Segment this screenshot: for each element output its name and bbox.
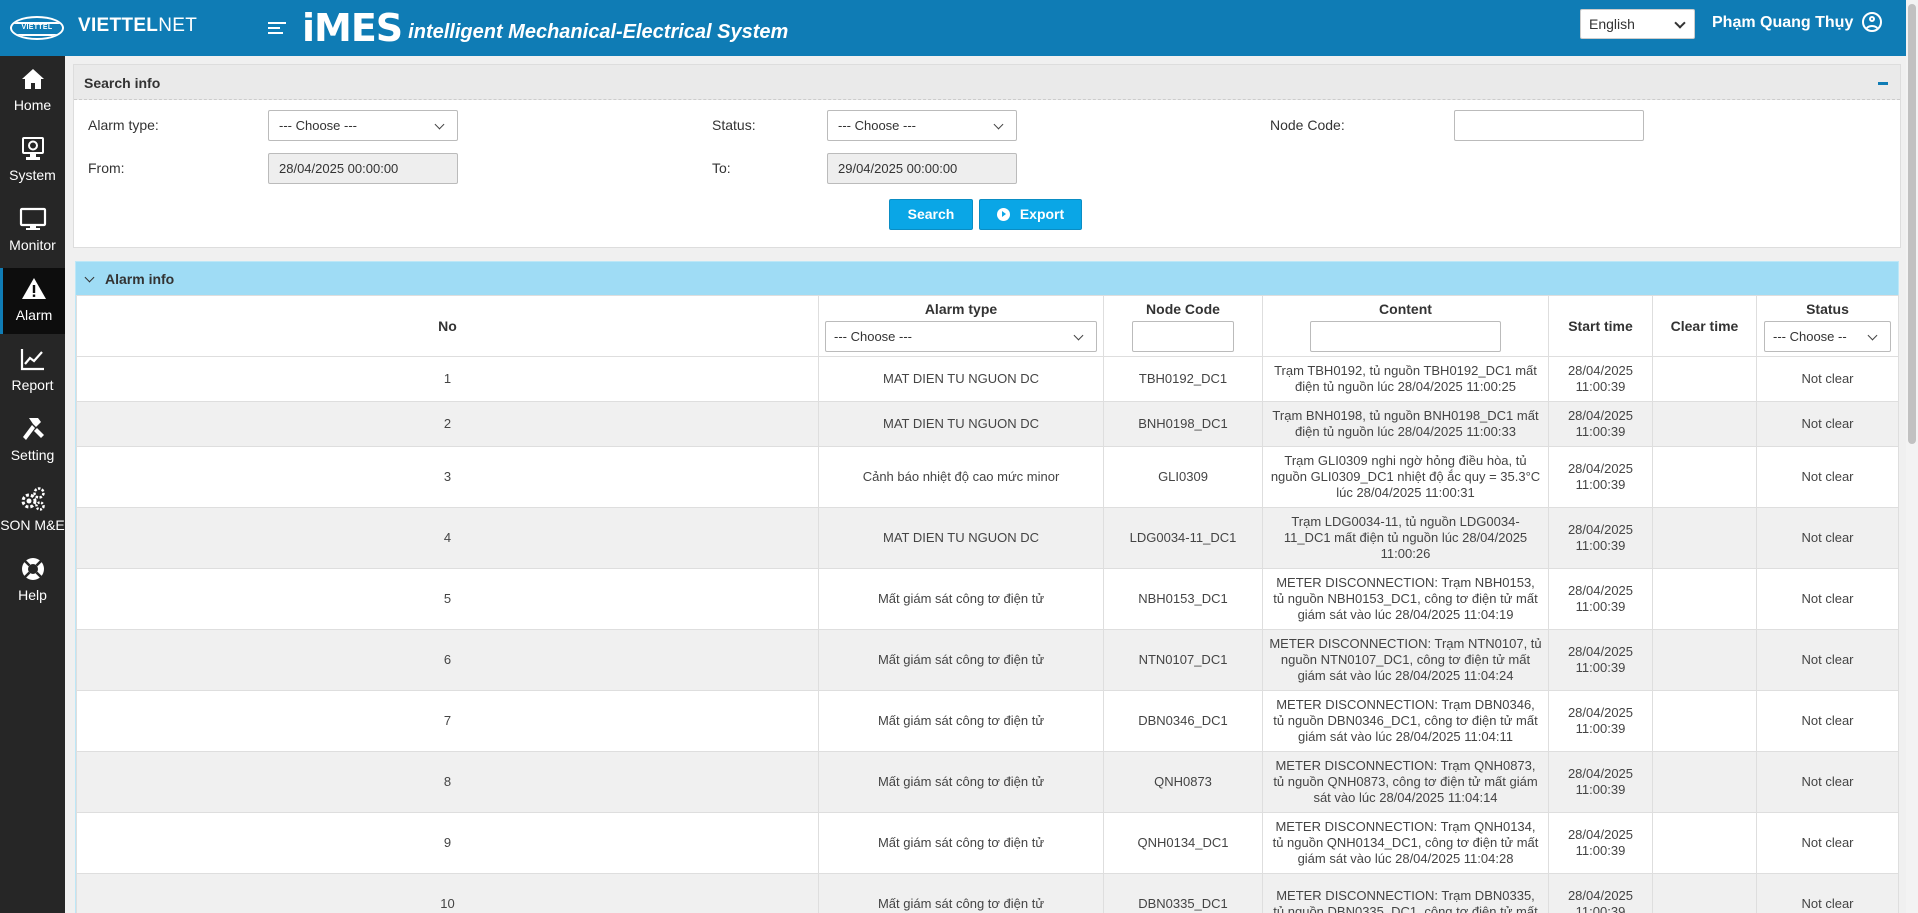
lifebuoy-icon	[21, 558, 44, 580]
alarm-panel: Alarm info No Alarm type --- Choose --- …	[75, 261, 1899, 913]
chevron-down-icon	[1674, 17, 1686, 29]
alarm-type-filter-select[interactable]: --- Choose ---	[825, 320, 1097, 352]
to-label: To:	[712, 160, 731, 176]
search-panel-header: Search info	[74, 65, 1900, 100]
from-date-input[interactable]: 28/04/2025 00:00:00	[268, 153, 458, 184]
report-chart-icon	[20, 349, 44, 371]
col-header-content: Content	[1262, 295, 1549, 357]
sidebar-item-son-me[interactable]: SON M&E	[0, 478, 65, 544]
gears-icon	[21, 487, 45, 511]
export-button[interactable]: Export	[979, 199, 1082, 230]
col-header-no: No	[76, 295, 819, 357]
alarm-type-label: Alarm type:	[88, 117, 159, 133]
home-icon	[21, 69, 44, 89]
table-row[interactable]: 8 Mất giám sát công tơ điện tử QNH0873 METE…	[76, 751, 1899, 813]
sidebar-item-system[interactable]: System	[0, 128, 65, 194]
hammer-icon	[22, 418, 44, 440]
chevron-down-icon	[84, 272, 95, 283]
to-date-input[interactable]: 29/04/2025 00:00:00	[827, 153, 1017, 184]
search-panel-title: Search info	[84, 75, 161, 91]
col-header-alarm-type: Alarm type --- Choose ---	[818, 295, 1104, 357]
alarm-warning-icon	[22, 278, 46, 299]
collapse-minus-icon[interactable]	[1878, 82, 1888, 85]
top-bar: VIETTEL VIETTELNET iMES intelligent Mech…	[0, 0, 1918, 56]
system-icon	[21, 137, 44, 160]
col-header-status: Status --- Choose --	[1756, 295, 1899, 357]
app-title: iMES intelligent Mechanical-Electrical S…	[302, 0, 788, 56]
status-label: Status:	[712, 117, 756, 133]
language-select[interactable]: English	[1580, 9, 1695, 39]
table-header-row: No Alarm type --- Choose --- Node Code C…	[76, 295, 1899, 357]
node-code-input[interactable]	[1454, 110, 1644, 141]
app-subtitle: intelligent Mechanical-Electrical System	[408, 20, 789, 43]
page-scrollbar[interactable]	[1906, 0, 1918, 913]
node-code-filter-input[interactable]	[1132, 320, 1234, 352]
alarm-panel-header[interactable]: Alarm info	[76, 262, 1898, 295]
col-header-node-code: Node Code	[1103, 295, 1263, 357]
from-label: From:	[88, 160, 125, 176]
sidebar-item-monitor[interactable]: Monitor	[0, 198, 65, 264]
table-row[interactable]: 4 MAT DIEN TU NGUON DC LDG0034-11_DC1 Trạm …	[76, 507, 1899, 569]
chevron-down-icon	[993, 119, 1004, 130]
alarm-panel-title: Alarm info	[105, 271, 175, 287]
monitor-icon	[19, 207, 46, 230]
sidebar-item-home[interactable]: Home	[0, 58, 65, 124]
node-code-label: Node Code:	[1270, 117, 1345, 133]
export-arrow-icon	[996, 208, 1010, 221]
app-name: iMES	[302, 6, 403, 50]
viettel-logo[interactable]: VIETTEL VIETTELNET	[0, 0, 200, 56]
brand-name: VIETTELNET	[78, 15, 198, 36]
table-row[interactable]: 10 Mất giám sát công tơ điện tử DBN0335_DC…	[76, 873, 1899, 913]
chevron-down-icon	[434, 119, 445, 130]
alarm-table: No Alarm type --- Choose --- Node Code C…	[76, 295, 1899, 913]
table-row[interactable]: 5 Mất giám sát công tơ điện tử NBH0153_DC1…	[76, 568, 1899, 630]
username[interactable]: Phạm Quang Thụy	[1712, 14, 1853, 32]
col-header-clear-time: Clear time	[1652, 295, 1757, 357]
menu-toggle-icon[interactable]	[268, 19, 286, 37]
col-header-start-time: Start time	[1548, 295, 1653, 357]
chevron-down-icon	[1867, 330, 1878, 340]
status-filter-select[interactable]: --- Choose --	[1764, 320, 1891, 352]
sidebar-item-setting[interactable]: Setting	[0, 408, 65, 474]
table-row[interactable]: 2 MAT DIEN TU NGUON DC BNH0198_DC1 Trạm BNH…	[76, 401, 1899, 447]
status-select[interactable]: --- Choose ---	[827, 110, 1017, 141]
table-row[interactable]: 1 MAT DIEN TU NGUON DC TBH0192_DC1 Trạm TBH…	[76, 356, 1899, 402]
table-row[interactable]: 7 Mất giám sát công tơ điện tử DBN0346_DC1…	[76, 690, 1899, 752]
search-button[interactable]: Search	[889, 199, 973, 230]
scrollbar-thumb[interactable]	[1908, 4, 1916, 444]
user-account-icon[interactable]	[1862, 12, 1882, 32]
search-panel: Search info Alarm type: --- Choose --- S…	[73, 64, 1901, 248]
sidebar-item-help[interactable]: Help	[0, 548, 65, 614]
table-row[interactable]: 9 Mất giám sát công tơ điện tử QNH0134_DC1…	[76, 812, 1899, 874]
alarm-type-select[interactable]: --- Choose ---	[268, 110, 458, 141]
sidebar-item-alarm[interactable]: Alarm	[0, 268, 65, 334]
viettel-logo-mark: VIETTEL	[10, 16, 64, 40]
sidebar-item-report[interactable]: Report	[0, 338, 65, 404]
table-row[interactable]: 3 Cảnh báo nhiệt độ cao mức minor GLI0309 T…	[76, 446, 1899, 508]
table-row[interactable]: 6 Mất giám sát công tơ điện tử NTN0107_DC1…	[76, 629, 1899, 691]
sidebar: Home System Monitor Alarm Report Setting…	[0, 56, 65, 913]
content-filter-input[interactable]	[1310, 320, 1501, 352]
chevron-down-icon	[1073, 330, 1084, 340]
